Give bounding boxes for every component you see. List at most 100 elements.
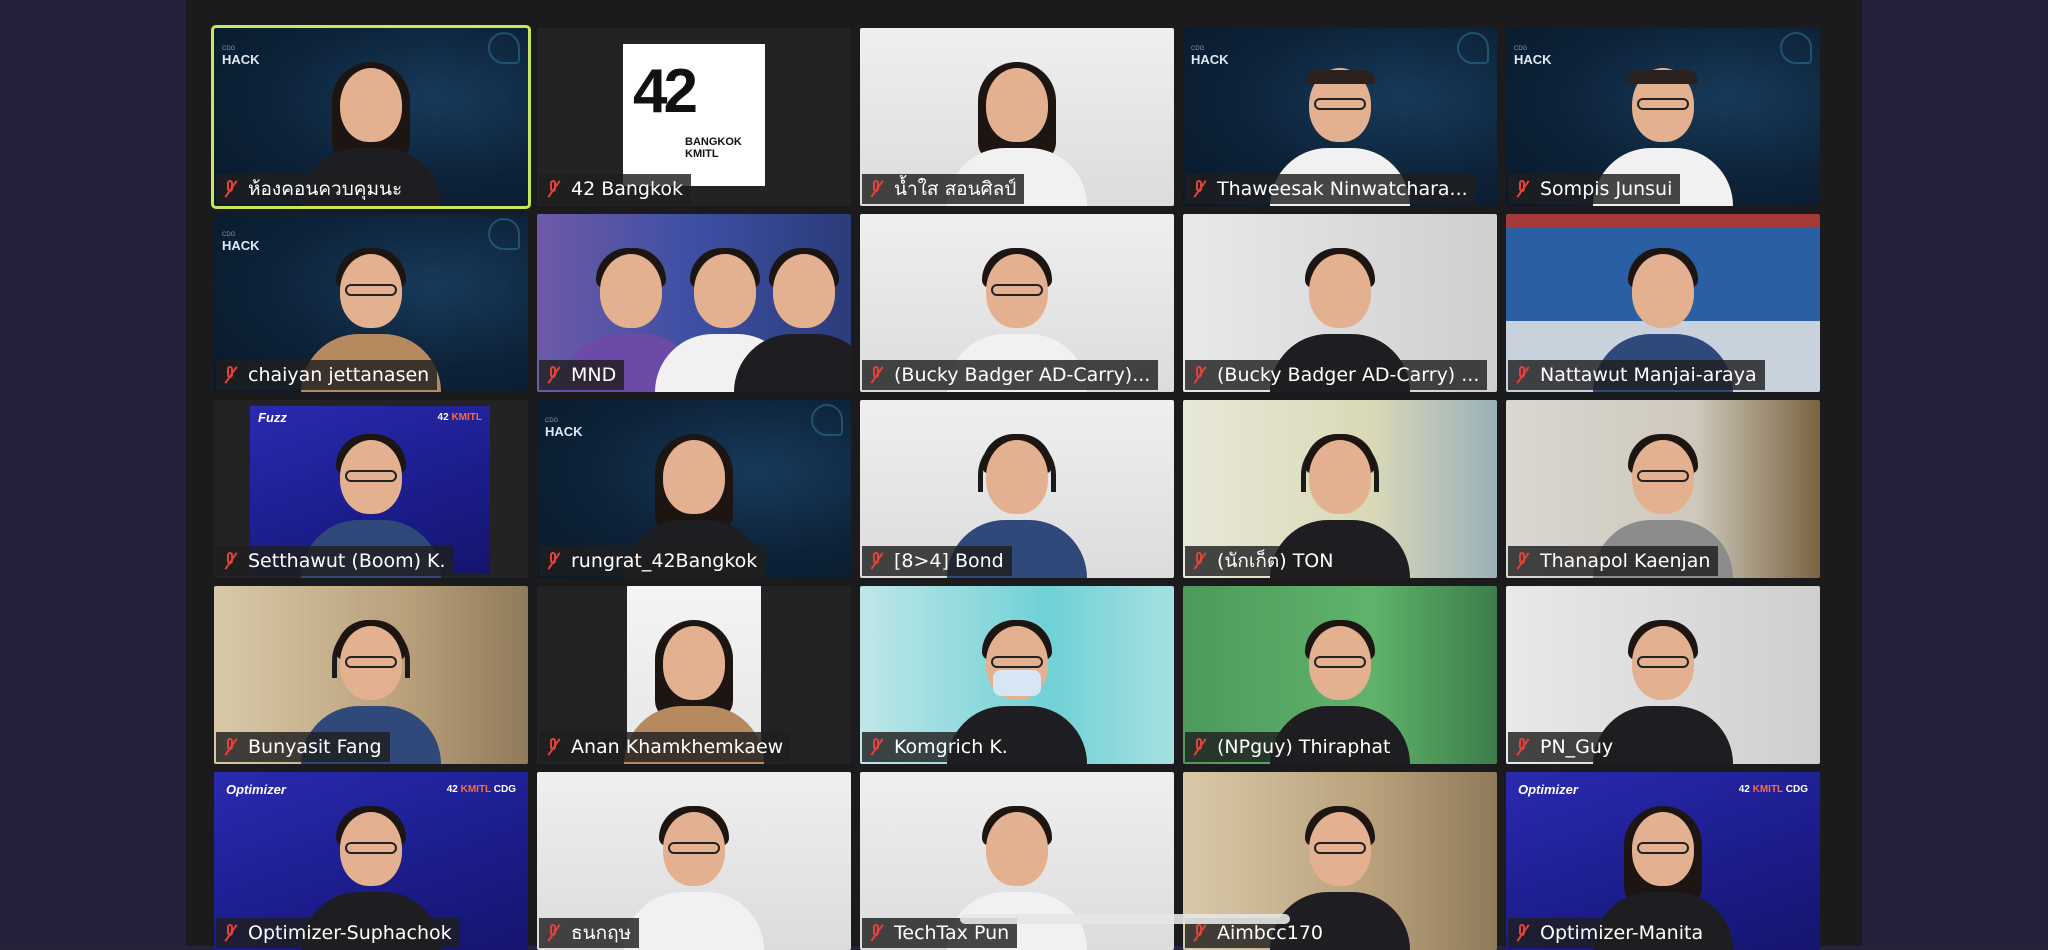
mic-muted-icon: [1191, 551, 1207, 571]
participant-name-label: ห้องคอนควบคุมนะ: [216, 174, 411, 204]
video-tile[interactable]: CDG HACK ห้องคอนควบคุมนะ: [211, 25, 531, 209]
participant-video: [619, 800, 769, 950]
mic-muted-icon: [868, 551, 884, 571]
participant-name-label: Bunyasit Fang: [216, 732, 390, 762]
video-tile[interactable]: Thanapol Kaenjan: [1506, 400, 1820, 578]
mic-muted-icon: [1191, 737, 1207, 757]
participant-name: (Bucky Badger AD-Carry)...: [894, 364, 1151, 386]
mic-muted-icon: [1514, 923, 1530, 943]
participant-name: Bunyasit Fang: [248, 736, 382, 758]
video-tile[interactable]: Optimizer 42 KMITL CDG Optimizer-Suphach…: [214, 772, 528, 950]
participant-name: ธนกฤษ: [571, 922, 632, 944]
right-margin: [1862, 0, 2048, 946]
mic-muted-icon: [545, 365, 561, 385]
mic-muted-icon: [222, 551, 238, 571]
mic-muted-icon: [868, 737, 884, 757]
participant-name-label: [8>4] Bond: [862, 546, 1012, 576]
participant-name-label: rungrat_42Bangkok: [539, 546, 766, 576]
participant-name: (นักเก็ต) TON: [1217, 550, 1334, 572]
participant-name-label: Optimizer-Suphachok: [216, 918, 460, 948]
video-tile[interactable]: Komgrich K.: [860, 586, 1174, 764]
participant-name: Optimizer-Manita: [1540, 922, 1704, 944]
mic-muted-icon: [545, 737, 561, 757]
mic-muted-icon: [868, 365, 884, 385]
participant-name-label: Thaweesak Ninwatchara...: [1185, 174, 1476, 204]
participant-name-label: Thanapol Kaenjan: [1508, 546, 1719, 576]
video-tile[interactable]: (นักเก็ต) TON: [1183, 400, 1497, 578]
participant-name-label: (NPguy) Thiraphat: [1185, 732, 1399, 762]
participant-name: (NPguy) Thiraphat: [1217, 736, 1391, 758]
participant-name: Komgrich K.: [894, 736, 1008, 758]
video-tile[interactable]: CDG HACK Thaweesak Ninwatchara...: [1183, 28, 1497, 206]
participant-name: (Bucky Badger AD-Carry) ...: [1217, 364, 1480, 386]
participant-name: rungrat_42Bangkok: [571, 550, 758, 572]
participant-name: 42 Bangkok: [571, 178, 683, 200]
video-tile[interactable]: PN_Guy: [1506, 586, 1820, 764]
mic-muted-icon: [868, 179, 884, 199]
participant-name-label: (นักเก็ต) TON: [1185, 546, 1342, 576]
participant-name: น้ำใส สอนศิลป์: [894, 178, 1017, 200]
video-tile[interactable]: 42 BANGKOK KMITL 42 Bangkok: [537, 28, 851, 206]
participant-name-label: PN_Guy: [1508, 732, 1622, 762]
participant-name: [8>4] Bond: [894, 550, 1004, 572]
42-bangkok-logo: 42 BANGKOK KMITL: [623, 44, 765, 186]
mic-muted-icon: [222, 365, 238, 385]
video-tile[interactable]: (Bucky Badger AD-Carry) ...: [1183, 214, 1497, 392]
mic-muted-icon: [1191, 923, 1207, 943]
circuit-graphic: [488, 32, 520, 64]
video-tile[interactable]: CDG HACK Sompis Junsui: [1506, 28, 1820, 206]
video-gallery: CDG HACK ห้องคอนควบคุมนะ 42 BANGKOK KMITL …: [186, 0, 1862, 950]
mic-muted-icon: [1514, 737, 1530, 757]
mic-muted-icon: [222, 737, 238, 757]
video-tile[interactable]: MND: [537, 214, 851, 392]
mic-muted-icon: [1514, 551, 1530, 571]
video-tile[interactable]: Bunyasit Fang: [214, 586, 528, 764]
video-tile[interactable]: น้ำใส สอนศิลป์: [860, 28, 1174, 206]
participant-name-label: (Bucky Badger AD-Carry) ...: [1185, 360, 1488, 390]
mic-muted-icon: [222, 923, 238, 943]
participant-name: Nattawut Manjai-araya: [1540, 364, 1757, 386]
participant-name: MND: [571, 364, 617, 386]
mic-muted-icon: [545, 551, 561, 571]
participant-name: Sompis Junsui: [1540, 178, 1673, 200]
participant-name-label: Nattawut Manjai-araya: [1508, 360, 1765, 390]
video-tile[interactable]: (NPguy) Thiraphat: [1183, 586, 1497, 764]
mic-muted-icon: [545, 923, 561, 943]
horizontal-scrollbar[interactable]: [960, 914, 1290, 924]
mic-muted-icon: [545, 179, 561, 199]
hack-logo: CDG HACK: [222, 46, 260, 67]
participant-name: PN_Guy: [1540, 736, 1614, 758]
video-tile[interactable]: [8>4] Bond: [860, 400, 1174, 578]
video-tile[interactable]: Optimizer 42 KMITL CDG Optimizer-Manita: [1506, 772, 1820, 950]
video-tile[interactable]: Nattawut Manjai-araya: [1506, 214, 1820, 392]
mic-muted-icon: [1191, 365, 1207, 385]
participant-name: Setthawut (Boom) K.: [248, 550, 446, 572]
mic-muted-icon: [1514, 365, 1530, 385]
participant-name-label: Komgrich K.: [862, 732, 1016, 762]
mic-muted-icon: [868, 923, 884, 943]
video-tile[interactable]: Fuzz 42 KMITL Setthawut (Boom) K.: [214, 400, 528, 578]
participant-name-label: ธนกฤษ: [539, 918, 640, 948]
participant-name-label: (Bucky Badger AD-Carry)...: [862, 360, 1159, 390]
participant-name-label: Sompis Junsui: [1508, 174, 1681, 204]
mic-muted-icon: [1191, 179, 1207, 199]
participant-name-label: Setthawut (Boom) K.: [216, 546, 454, 576]
participant-name-label: Optimizer-Manita: [1508, 918, 1712, 948]
mic-muted-icon: [1514, 179, 1530, 199]
mic-muted-icon: [222, 179, 238, 199]
video-tile[interactable]: CDG HACK rungrat_42Bangkok: [537, 400, 851, 578]
video-tile[interactable]: (Bucky Badger AD-Carry)...: [860, 214, 1174, 392]
participant-name: ห้องคอนควบคุมนะ: [248, 178, 403, 200]
video-tile[interactable]: CDG HACK chaiyan jettanasen: [214, 214, 528, 392]
participant-name: Optimizer-Suphachok: [248, 922, 452, 944]
participant-name: Anan Khamkhemkaew: [571, 736, 784, 758]
participant-name: Thaweesak Ninwatchara...: [1217, 178, 1468, 200]
video-tile[interactable]: Anan Khamkhemkaew: [537, 586, 851, 764]
participant-name-label: MND: [539, 360, 625, 390]
video-tile[interactable]: ธนกฤษ: [537, 772, 851, 950]
participant-name: chaiyan jettanasen: [248, 364, 430, 386]
participant-name-label: Anan Khamkhemkaew: [539, 732, 792, 762]
participant-name-label: น้ำใส สอนศิลป์: [862, 174, 1025, 204]
left-margin: [0, 0, 186, 946]
participant-name: Thanapol Kaenjan: [1540, 550, 1711, 572]
